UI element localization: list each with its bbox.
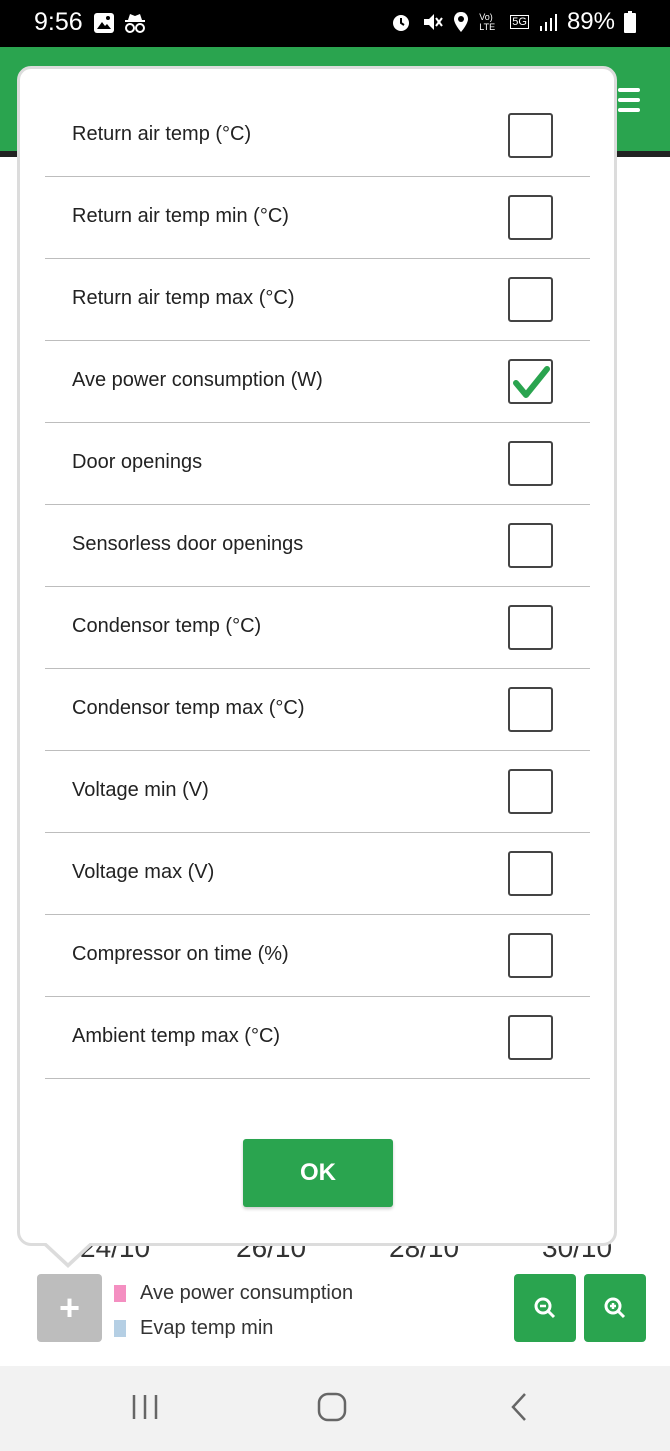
legend-item: Ave power consumption	[114, 1276, 353, 1311]
zoom-in-icon	[604, 1297, 626, 1319]
option-checkbox[interactable]	[508, 933, 553, 978]
option-row[interactable]: Door openings	[45, 423, 590, 505]
battery-percent: 89%	[566, 8, 615, 35]
zoom-in-button[interactable]	[584, 1274, 646, 1342]
option-checkbox[interactable]	[508, 195, 553, 240]
option-checkbox[interactable]	[508, 277, 553, 322]
option-checkbox[interactable]	[508, 851, 553, 896]
option-label: Return air temp min (°C)	[72, 205, 289, 227]
option-checkbox[interactable]	[508, 769, 553, 814]
network-indicator: 5G	[510, 15, 529, 29]
location-icon	[454, 12, 469, 32]
chart-legend: Ave power consumption Evap temp min	[114, 1276, 353, 1346]
option-row[interactable]: Voltage min (V)	[45, 751, 590, 833]
legend-label: Ave power consumption	[140, 1282, 354, 1304]
alarm-icon	[393, 15, 410, 31]
menu-icon[interactable]	[618, 88, 640, 118]
legend-item: Evap temp min	[114, 1311, 353, 1346]
option-label: Voltage min (V)	[72, 779, 209, 801]
back-icon[interactable]	[509, 1392, 529, 1422]
option-label: Compressor on time (%)	[72, 943, 289, 965]
option-checkbox[interactable]	[508, 523, 553, 568]
option-row[interactable]: Return air temp min (°C)	[45, 177, 590, 259]
ok-button[interactable]: OK	[243, 1139, 393, 1207]
option-row[interactable]: Sensorless door openings	[45, 505, 590, 587]
incognito-icon	[125, 14, 145, 33]
option-label: Return air temp max (°C)	[72, 287, 295, 309]
battery-icon	[624, 11, 636, 33]
option-checkbox[interactable]	[508, 441, 553, 486]
option-row[interactable]: Return air temp max (°C)	[45, 259, 590, 341]
status-time: 9:56	[34, 8, 83, 36]
zoom-out-button[interactable]	[514, 1274, 576, 1342]
home-icon[interactable]	[317, 1392, 347, 1422]
add-series-button[interactable]: +	[37, 1274, 102, 1342]
option-row[interactable]: Ave power consumption (W)	[45, 341, 590, 423]
mute-icon	[424, 14, 444, 30]
option-list: Return air temp (°C) Return air temp min …	[45, 95, 590, 1079]
option-label: Return air temp (°C)	[72, 123, 252, 145]
option-label: Ave power consumption (W)	[72, 369, 323, 391]
modal-pointer-fill	[41, 1238, 95, 1263]
series-selector-modal: Return air temp (°C) Return air temp min …	[17, 66, 617, 1246]
option-label: Sensorless door openings	[72, 533, 304, 555]
system-nav-bar	[0, 1366, 670, 1451]
gallery-icon	[94, 13, 114, 33]
option-row[interactable]: Return air temp (°C)	[45, 95, 590, 177]
option-checkbox[interactable]	[508, 1015, 553, 1060]
option-row[interactable]: Condensor temp max (°C)	[45, 669, 590, 751]
option-row[interactable]: Voltage max (V)	[45, 833, 590, 915]
legend-swatch	[114, 1285, 126, 1302]
option-row[interactable]: Condensor temp (°C)	[45, 587, 590, 669]
checkmark-icon	[513, 366, 550, 398]
option-row[interactable]: Compressor on time (%)	[45, 915, 590, 997]
option-row[interactable]: Ambient temp max (°C)	[45, 997, 590, 1079]
option-label: Condensor temp max (°C)	[72, 697, 305, 719]
option-label: Door openings	[72, 451, 203, 473]
legend-swatch	[114, 1320, 126, 1337]
option-label: Voltage max (V)	[72, 861, 215, 883]
signal-icon	[539, 14, 557, 31]
option-label: Condensor temp (°C)	[72, 615, 262, 637]
option-checkbox[interactable]	[508, 359, 553, 404]
zoom-out-icon	[534, 1297, 556, 1319]
volte-indicator: Vo) LTE	[479, 12, 496, 32]
option-checkbox[interactable]	[508, 687, 553, 732]
recent-apps-icon[interactable]	[131, 1392, 159, 1422]
option-label: Ambient temp max (°C)	[72, 1025, 281, 1047]
option-checkbox[interactable]	[508, 113, 553, 158]
status-bar: 9:56 Vo) LTE 5G 89%	[0, 0, 670, 47]
option-checkbox[interactable]	[508, 605, 553, 650]
legend-label: Evap temp min	[140, 1317, 274, 1339]
